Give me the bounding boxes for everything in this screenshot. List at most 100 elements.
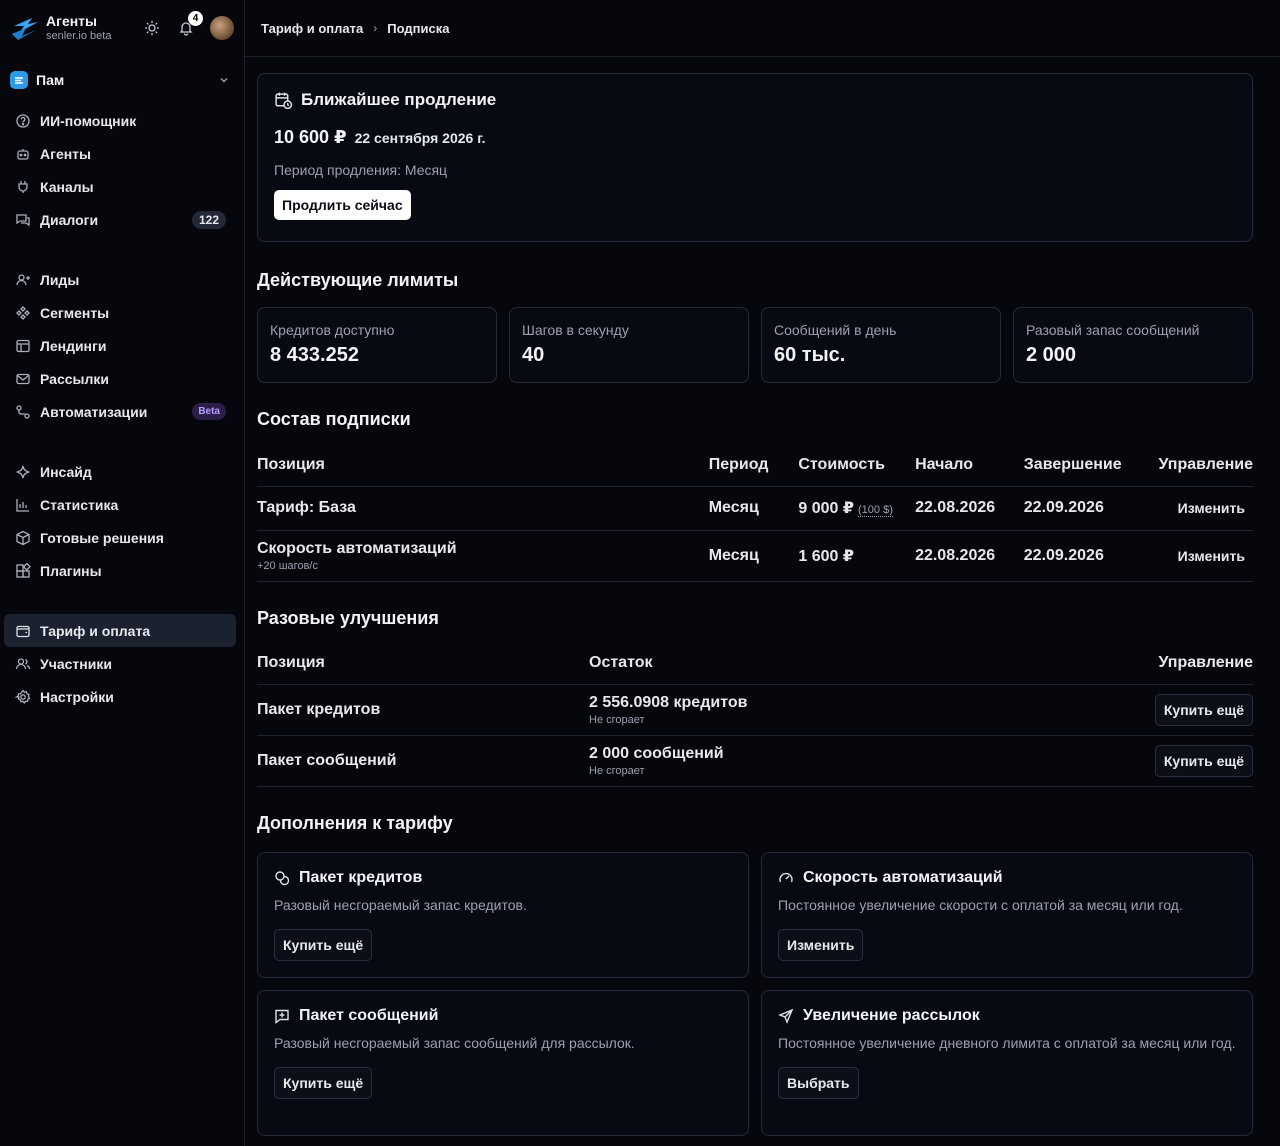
limit-card-messages-stock: Разовый запас сообщений 2 000 — [1013, 307, 1253, 383]
user-avatar[interactable] — [210, 16, 234, 40]
change-button[interactable]: Изменить — [1158, 486, 1253, 531]
brand-header: Агенты senler.io beta 4 — [0, 0, 244, 56]
beta-badge: Beta — [192, 403, 226, 420]
sidebar-item-billing[interactable]: Тариф и оплата — [4, 614, 236, 647]
change-button[interactable]: Изменить — [778, 929, 864, 961]
sidebar-item-label: Сегменты — [40, 304, 110, 321]
message-plus-icon — [274, 1008, 290, 1024]
workspace-selector[interactable]: Пам — [0, 62, 244, 98]
sidebar-item-segments[interactable]: Сегменты — [4, 296, 236, 329]
chevron-right-icon: › — [373, 21, 378, 35]
addons-title: Дополнения к тарифу — [257, 813, 453, 833]
renewal-title: Ближайшее продление — [301, 90, 497, 109]
start-cell: 22.08.2026 — [915, 530, 1024, 582]
sidebar-item-label: Лиды — [40, 271, 80, 288]
segments-icon — [14, 304, 32, 322]
select-button[interactable]: Выбрать — [778, 1067, 859, 1099]
position-name: Пакет кредитов — [257, 684, 589, 736]
cost-cell: 9 000 ₽ (100 $) — [798, 486, 916, 531]
upgrades-table: Позиция Остаток Управление Пакет кредито… — [257, 642, 1253, 787]
buy-more-button[interactable]: Купить ещё — [1154, 745, 1253, 777]
addon-title: Пакет кредитов — [299, 869, 423, 886]
sidebar-item-insight[interactable]: Инсайд — [4, 455, 236, 488]
brand-logo[interactable] — [10, 13, 40, 43]
sidebar-item-settings[interactable]: Настройки — [4, 680, 236, 713]
sidebar-item-mailings[interactable]: Рассылки — [4, 362, 236, 395]
mail-icon — [14, 370, 32, 388]
send-icon — [778, 1008, 794, 1024]
sparkle-icon — [14, 463, 32, 481]
calendar-clock-icon — [274, 91, 293, 110]
sidebar-item-landings[interactable]: Лендинги — [4, 329, 236, 362]
cost-cell: 1 600 ₽ — [798, 530, 916, 582]
theme-toggle-button[interactable] — [142, 18, 162, 38]
limit-value: 2 000 — [1026, 344, 1077, 366]
box-icon — [14, 529, 32, 547]
coins-icon — [274, 870, 290, 886]
renew-now-button[interactable]: Продлить сейчас — [274, 190, 411, 220]
addon-card-mailings: Увеличение рассылок Постоянное увеличени… — [761, 990, 1253, 1136]
limit-card-credits: Кредитов доступно 8 433.252 — [257, 307, 497, 383]
sidebar-item-ready-solutions[interactable]: Готовые решения — [4, 521, 236, 554]
sidebar-item-label: Участники — [40, 655, 112, 672]
column-header: Начало — [915, 444, 1024, 487]
period-cell: Месяц — [708, 486, 799, 531]
limits-title: Действующие лимиты — [257, 270, 459, 290]
column-header: Период — [708, 444, 799, 487]
upgrades-title: Разовые улучшения — [257, 607, 439, 628]
subscription-title: Состав подписки — [257, 409, 411, 429]
sidebar-item-label: Лендинги — [40, 337, 107, 354]
change-button[interactable]: Изменить — [1158, 530, 1253, 582]
period-cell: Месяц — [708, 530, 799, 582]
renewal-period: Период продления: Месяц — [274, 162, 448, 178]
breadcrumb-current: Подписка — [387, 20, 450, 36]
column-header: Управление — [999, 642, 1253, 685]
sidebar-item-leads[interactable]: Лиды — [4, 263, 236, 296]
sidebar-item-dialogs[interactable]: Диалоги 122 — [4, 203, 236, 236]
limit-value: 8 433.252 — [270, 344, 359, 366]
sidebar-item-label: Готовые решения — [40, 529, 164, 546]
sidebar-item-channels[interactable]: Каналы — [4, 170, 236, 203]
sidebar-item-statistics[interactable]: Статистика — [4, 488, 236, 521]
position-note: +20 шагов/с — [257, 559, 318, 572]
limit-card-steps: Шагов в секунду 40 — [509, 307, 749, 383]
position-cell: Скорость автоматизаций +20 шагов/с — [257, 530, 709, 582]
buy-more-button[interactable]: Купить ещё — [1154, 694, 1253, 726]
addon-card-automation-speed: Скорость автоматизаций Постоянное увелич… — [761, 852, 1253, 978]
balance-value: 2 556.0908 кредитов — [589, 694, 748, 711]
sidebar-item-label: Рассылки — [40, 370, 109, 387]
gauge-icon — [778, 870, 794, 886]
column-header: Позиция — [257, 444, 709, 487]
dialogs-count-badge: 122 — [191, 210, 226, 229]
cost-usd: (100 $) — [858, 504, 893, 517]
position-name: Пакет сообщений — [257, 735, 589, 787]
sidebar-item-automations[interactable]: Автоматизации Beta — [4, 395, 236, 428]
addon-title: Скорость автоматизаций — [803, 869, 1003, 886]
brand-name: Агенты — [46, 13, 97, 29]
notifications-button[interactable]: 4 — [176, 11, 203, 38]
sidebar-item-label: ИИ-помощник — [40, 112, 137, 129]
sidebar-item-plugins[interactable]: Плагины — [4, 554, 236, 587]
sidebar-item-ai-assistant[interactable]: ИИ-помощник — [4, 104, 236, 137]
buy-more-button[interactable]: Купить ещё — [274, 1067, 373, 1099]
plug-icon — [14, 178, 32, 196]
balance-cell: 2 556.0908 кредитов Не сгорает — [589, 684, 1000, 736]
notifications-count: 4 — [188, 11, 203, 26]
breadcrumb-parent[interactable]: Тариф и оплата — [261, 21, 363, 36]
buy-more-button[interactable]: Купить ещё — [274, 929, 373, 961]
table-row: Тариф: База Месяц 9 000 ₽ (100 $) 22.08.2… — [257, 486, 1253, 531]
sidebar-item-agents[interactable]: Агенты — [4, 137, 236, 170]
subscription-table: Позиция Период Стоимость Начало Завершен… — [257, 444, 1253, 582]
sidebar-item-label: Инсайд — [40, 463, 92, 480]
table-row: Скорость автоматизаций +20 шагов/с Месяц… — [257, 530, 1253, 582]
main-content: Тариф и оплата › Подписка Ближайшее прод… — [245, 0, 1280, 1146]
nav-group-audience: Лиды Сегменты Лендинги Рассылки Автомати… — [0, 263, 244, 428]
limit-value: 60 тыс. — [774, 344, 846, 366]
chevron-down-icon — [220, 78, 228, 83]
addon-card-credits: Пакет кредитов Разовый несгораемый запас… — [257, 852, 749, 978]
limit-label: Шагов в секунду — [522, 322, 629, 338]
limit-card-messages-day: Сообщений в день 60 тыс. — [761, 307, 1001, 383]
flow-icon — [14, 403, 32, 421]
sidebar-item-members[interactable]: Участники — [4, 647, 236, 680]
table-row: Пакет кредитов 2 556.0908 кредитов Не сг… — [257, 684, 1253, 736]
